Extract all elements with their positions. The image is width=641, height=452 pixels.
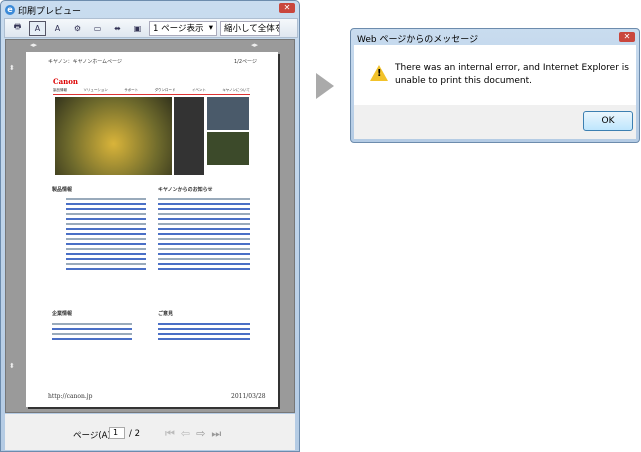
section-feedback: ご意見	[158, 311, 174, 317]
dialog-message: There was an internal error, and Interne…	[395, 63, 629, 86]
pager-bar: ページ(A) 1 / 2 ⏮ ⇦ ⇨ ⏭	[5, 414, 295, 450]
previous-page-icon[interactable]: ⇦	[181, 427, 190, 441]
scale-select[interactable]: 縮小して全体を印	[220, 20, 280, 36]
page-number: 1/2ページ	[234, 59, 257, 65]
close-button[interactable]: ✕	[279, 3, 295, 13]
section-products: 製品情報	[52, 187, 73, 193]
nav-item: ソリューション	[83, 88, 108, 92]
site-nav: 製品情報 ソリューション サポート ダウンロード イベント キヤノンについて	[53, 88, 250, 95]
page-footer-date: 2011/03/28	[231, 393, 266, 400]
page-setup-gear-icon[interactable]: ⚙	[69, 21, 86, 36]
margin-handle-top[interactable]: ⬍	[9, 64, 15, 72]
first-page-icon[interactable]: ⏮	[165, 427, 175, 441]
page-header-title: キヤノン：キヤノンホームページ	[48, 59, 122, 65]
full-page-icon[interactable]: ▣	[129, 21, 146, 36]
arrow-right-icon	[316, 73, 334, 99]
page-total: / 2	[129, 429, 140, 439]
next-page-icon[interactable]: ⇨	[196, 427, 205, 441]
dialog-title: Web ページからのメッセージ	[357, 35, 479, 45]
canon-logo: Canon	[53, 77, 78, 86]
preview-area: ◂▸ ◂▸ ⬍ ⬍ キヤノン：キヤノンホームページ 1/2ページ Canon 製…	[5, 39, 295, 413]
print-icon[interactable]: 🖶	[9, 21, 26, 36]
products-list	[66, 195, 146, 273]
page-number-input[interactable]: 1	[109, 427, 125, 439]
dialog-footer: OK	[354, 105, 636, 139]
landscape-icon[interactable]: A	[49, 21, 66, 36]
nav-item: キヤノンについて	[222, 88, 250, 92]
promo-image-2	[207, 132, 249, 165]
feature-panel	[174, 97, 204, 175]
dialog-body: ! There was an internal error, and Inter…	[354, 45, 636, 105]
corporate-list	[52, 320, 132, 343]
page-label: ページ(A)	[73, 431, 111, 441]
full-width-icon[interactable]: ⬌	[109, 21, 126, 36]
nav-item: ダウンロード	[154, 88, 176, 92]
promo-image-1	[207, 97, 249, 130]
chevron-down-icon: ▾	[208, 23, 213, 33]
margin-handle-left[interactable]: ◂▸	[30, 41, 37, 49]
last-page-icon[interactable]: ⏭	[211, 427, 221, 441]
hero-image	[55, 97, 172, 175]
section-corporate: 企業情報	[52, 311, 73, 317]
nav-item: 製品情報	[53, 88, 67, 92]
section-news: キヤノンからのお知らせ	[158, 187, 213, 193]
dialog-close-button[interactable]: ✕	[619, 32, 635, 42]
warning-icon: !	[370, 65, 388, 81]
print-preview-window: e 印刷プレビュー ✕ 🖶 A A ⚙ ▭ ⬌ ▣ 1 ページ表示 ▾ 縮小して全…	[0, 0, 300, 452]
page-footer-url: http://canon.jp	[48, 393, 93, 400]
title-bar: e 印刷プレビュー	[5, 3, 81, 17]
toolbar: 🖶 A A ⚙ ▭ ⬌ ▣ 1 ページ表示▾ 縮小して全体を印	[4, 18, 298, 38]
margin-handle-right[interactable]: ◂▸	[251, 41, 258, 49]
preview-page: キヤノン：キヤノンホームページ 1/2ページ Canon 製品情報 ソリューショ…	[26, 52, 278, 407]
nav-item: イベント	[191, 88, 206, 92]
news-list	[158, 195, 250, 273]
header-footer-icon[interactable]: ▭	[89, 21, 106, 36]
margin-handle-bottom[interactable]: ⬍	[9, 362, 15, 370]
portrait-icon[interactable]: A	[29, 20, 46, 36]
nav-item: サポート	[124, 88, 139, 92]
window-title: 印刷プレビュー	[18, 6, 82, 17]
ok-button[interactable]: OK	[583, 111, 633, 131]
feedback-list	[158, 320, 250, 343]
page-view-select[interactable]: 1 ページ表示 ▾	[149, 20, 217, 36]
ie-icon: e	[5, 5, 15, 15]
page-navigation: ⏮ ⇦ ⇨ ⏭	[165, 427, 221, 441]
message-dialog: Web ページからのメッセージ ✕ ! There was an interna…	[350, 28, 640, 143]
